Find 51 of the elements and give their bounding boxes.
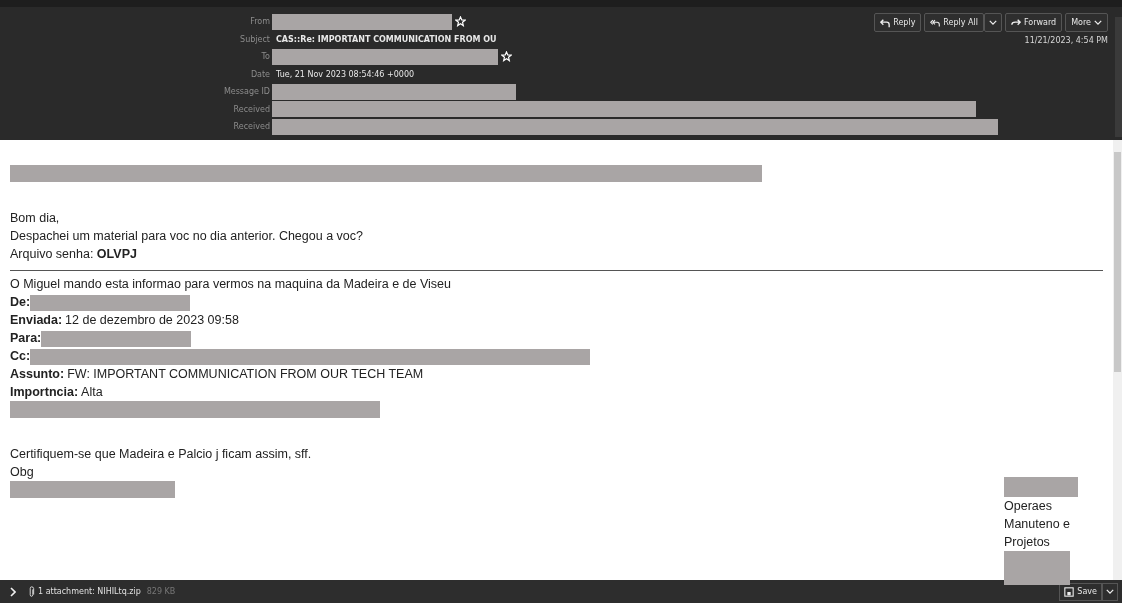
field-label: To xyxy=(260,52,271,62)
action-button[interactable]: Reply xyxy=(874,13,922,32)
field-label: Subject xyxy=(239,34,271,44)
dropdown-button[interactable] xyxy=(1102,582,1118,601)
reply-all-icon xyxy=(930,17,941,28)
chevron-down-icon xyxy=(1094,20,1102,25)
signature-text: Operaes xyxy=(1004,499,1052,513)
paperclip-icon xyxy=(28,585,35,598)
scroll-thumb[interactable] xyxy=(1114,152,1121,372)
redaction-bar xyxy=(1004,551,1070,585)
field-label: Received xyxy=(232,104,271,114)
signature-text: Projetos xyxy=(1004,535,1050,549)
body-text: O Miguel mando esta informao para vermos na maquina da Madeira e de Viseu xyxy=(10,277,451,291)
field-label: Importncia: xyxy=(10,385,79,399)
action-button[interactable]: Forward xyxy=(1005,13,1063,32)
body-text: Certifiquem-se que Madeira e Palcio j ficam assim, sff. xyxy=(10,447,312,461)
body-text: Arquivo senha: OLVPJ xyxy=(10,247,137,261)
reply-icon xyxy=(880,17,891,28)
expand-icon[interactable] xyxy=(10,586,16,597)
field-label: Date xyxy=(249,69,271,79)
body-text: Obg xyxy=(10,465,34,479)
save-icon xyxy=(1064,586,1075,597)
field-value: Tue, 21 Nov 2023 08:54:46 +0000 xyxy=(276,69,415,79)
field-label: Para: xyxy=(10,331,42,345)
chevron-down-icon xyxy=(1106,589,1114,594)
field-label: Enviada: xyxy=(10,313,63,327)
forward-arrow-icon xyxy=(1011,17,1021,28)
field-label: Received xyxy=(232,122,271,132)
chevron-down-icon xyxy=(989,20,997,25)
field-label: Message ID xyxy=(222,87,271,97)
field-label: De: xyxy=(10,295,31,309)
star-icon[interactable] xyxy=(455,16,466,28)
body-text: Despachei um material para voc no dia anterior. Chegou a voc? xyxy=(10,229,363,243)
message-date: 11/21/2023, 4:54 PM xyxy=(1024,36,1108,45)
star-icon[interactable] xyxy=(501,51,512,63)
body-text: Bom dia, xyxy=(10,211,60,225)
field-value: Alta xyxy=(81,385,103,399)
attachment-size: 829 KB xyxy=(146,587,176,596)
action-button[interactable]: Reply All xyxy=(924,13,984,32)
field-label: Cc: xyxy=(10,349,31,363)
field-label: From xyxy=(249,17,271,27)
signature-text: Manuteno e xyxy=(1004,517,1071,531)
field-value: CAS::Re: IMPORTANT COMMUNICATION FROM OU xyxy=(276,34,497,44)
dropdown-button[interactable] xyxy=(984,13,1002,32)
action-button[interactable]: More xyxy=(1065,13,1108,32)
scrollbar[interactable] xyxy=(1113,140,1122,580)
save-button[interactable]: Save xyxy=(1059,582,1102,601)
field-value: FW: IMPORTANT COMMUNICATION FROM OUR TECH TEAM xyxy=(67,367,424,381)
attachment-name[interactable]: 1 attachment: NIHILtq.zip xyxy=(38,587,141,596)
field-value: 12 de dezembro de 2023 09:58 xyxy=(65,313,239,327)
field-label: Assunto: xyxy=(10,367,65,381)
